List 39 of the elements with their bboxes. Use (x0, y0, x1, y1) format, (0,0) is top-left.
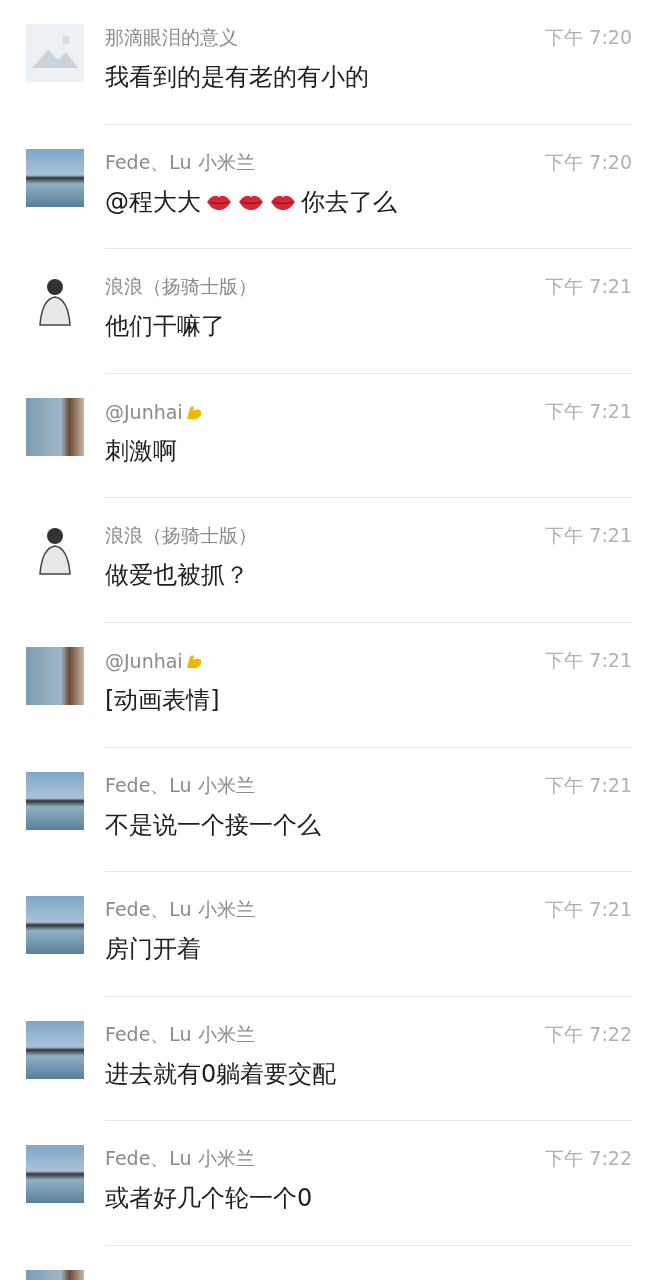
message-text: 他们干嘛了 (105, 311, 225, 343)
photo-placeholder (26, 1020, 84, 1079)
message-text: 或者好几个轮一个0 (105, 1183, 313, 1215)
message-time: 下午 7:21 (545, 772, 632, 798)
photo-placeholder (26, 397, 84, 456)
sender-name: 浪浪（扬骑士版） (105, 523, 257, 549)
photo-placeholder (26, 1145, 84, 1204)
message-text: @程大大 (105, 186, 201, 218)
message-text: 房门开着 (105, 934, 201, 966)
photo-placeholder (26, 896, 84, 955)
message-time: 下午 7:20 (545, 149, 632, 175)
sender-name: Fede、Lu 小米兰 (105, 149, 255, 175)
message-text: 你去了么 (301, 186, 397, 218)
image-placeholder-avatar (26, 24, 84, 82)
message-text: 刺激啊 (105, 435, 177, 467)
sender-name: @Junhai (105, 649, 183, 672)
message-time: 下午 7:22 (545, 1021, 632, 1047)
message-text: 进去就有0躺着要交配 (105, 1058, 337, 1090)
message-time: 下午 7:22 (545, 1146, 632, 1172)
sender-name: 浪浪（扬骑士版） (105, 274, 257, 300)
message-text: [动画表情] (105, 684, 220, 716)
message-text: 我看到的是有老的有小的 (105, 62, 369, 93)
sender-name: Fede、Lu 小米兰 (105, 1021, 255, 1047)
sender-name: @Junhai (105, 400, 183, 423)
sender-name: Fede、Lu 小米兰 (105, 897, 255, 923)
message-text: 不是说一个接一个么 (105, 809, 321, 841)
message-time: 下午 7:21 (545, 274, 632, 300)
photo-placeholder (26, 148, 84, 207)
message-time: 下午 7:21 (545, 897, 632, 923)
message-time: 下午 7:21 (545, 398, 632, 424)
photo-placeholder (26, 646, 84, 705)
message-text: 做爱也被抓？ (105, 560, 249, 592)
photo-placeholder (26, 771, 84, 830)
sender-name: Fede、Lu 小米兰 (105, 1146, 255, 1172)
message-time: 下午 7:20 (545, 25, 632, 50)
sender-name: Fede、Lu 小米兰 (105, 772, 255, 798)
sender-name: 那滴眼泪的意义 (105, 25, 238, 50)
message-time: 下午 7:21 (545, 523, 632, 549)
message-time: 下午 7:21 (545, 647, 632, 673)
